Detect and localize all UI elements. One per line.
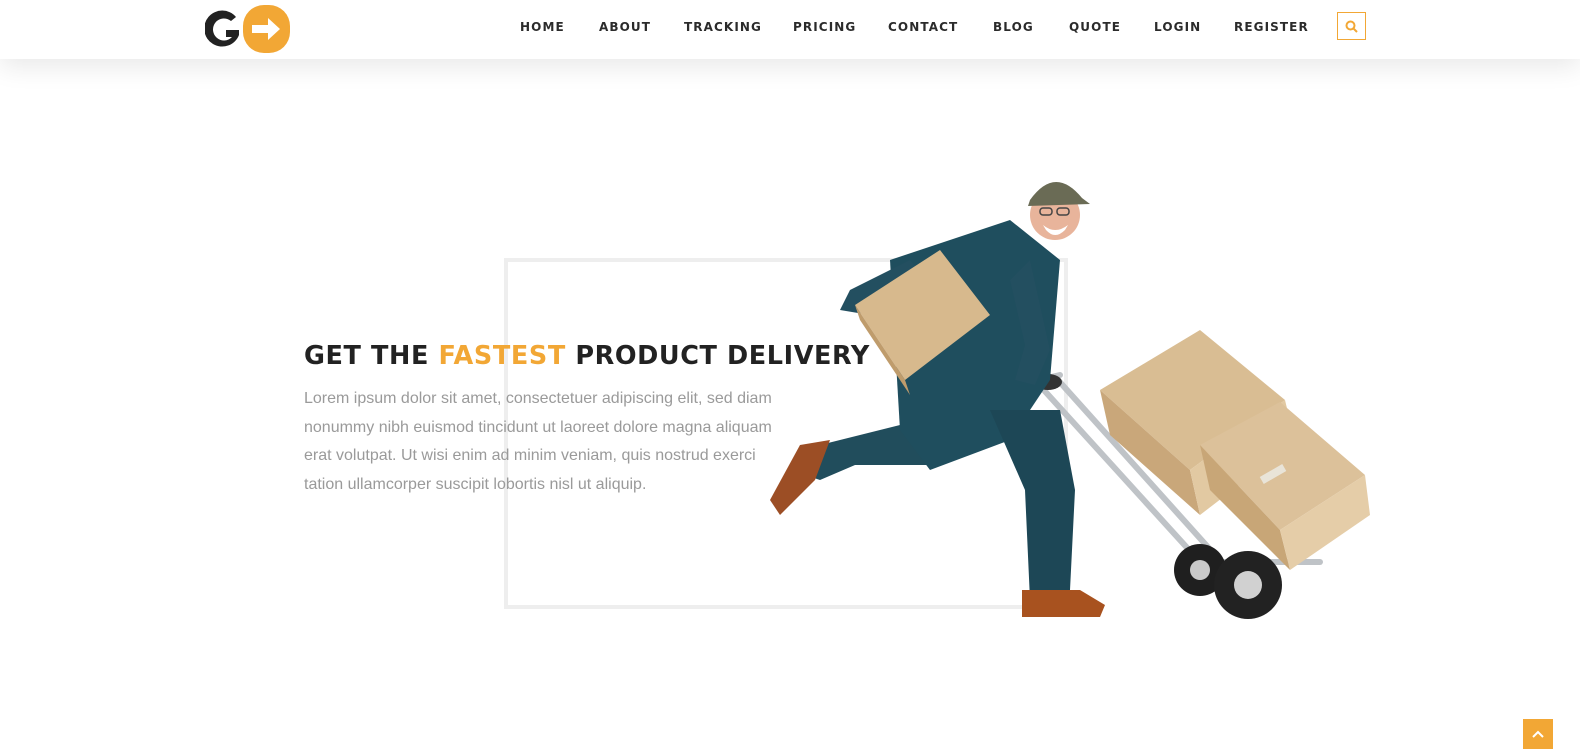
hero-description: Lorem ipsum dolor sit amet, consectetuer… xyxy=(304,390,772,493)
nav-tracking[interactable]: TRACKING xyxy=(684,20,762,34)
nav-blog[interactable]: BLOG xyxy=(993,20,1034,34)
chevron-up-icon xyxy=(1532,730,1544,738)
nav-register[interactable]: REGISTER xyxy=(1234,20,1309,34)
nav-contact[interactable]: CONTACT xyxy=(888,20,958,34)
logo[interactable] xyxy=(205,3,291,55)
stacked-boxes xyxy=(1100,330,1370,570)
scroll-to-top-button[interactable] xyxy=(1523,719,1553,749)
hero-title-accent: FASTEST xyxy=(438,341,566,371)
nav-pricing[interactable]: PRICING xyxy=(793,20,856,34)
site-header: HOME ABOUT TRACKING PRICING CONTACT BLOG… xyxy=(0,0,1580,59)
hero-title-prefix: GET THE xyxy=(304,341,439,371)
nav-home[interactable]: HOME xyxy=(520,20,565,34)
search-icon xyxy=(1345,20,1358,33)
delivery-man-image xyxy=(770,181,1370,619)
nav-about[interactable]: ABOUT xyxy=(599,20,651,34)
search-button[interactable] xyxy=(1337,12,1366,40)
nav-quote[interactable]: QUOTE xyxy=(1069,20,1121,34)
nav-login[interactable]: LOGIN xyxy=(1154,20,1201,34)
